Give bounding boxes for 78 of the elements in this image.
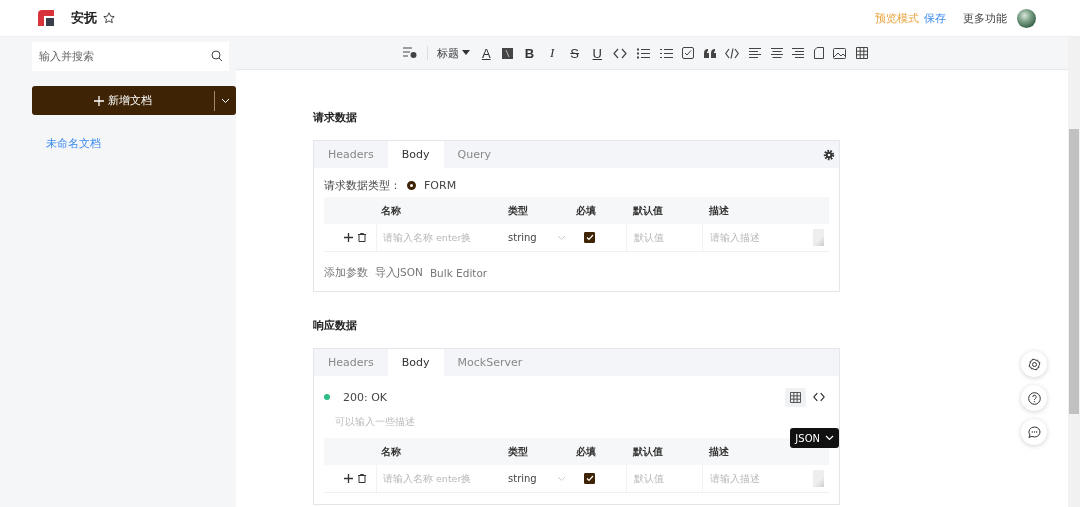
new-document-button[interactable]: 新增文档 [32,86,236,115]
type-select[interactable]: string [500,232,576,243]
column-header: 默认值 [632,203,664,218]
action-link[interactable]: 导入JSON [375,266,423,280]
add-icon[interactable] [344,474,353,483]
checkbox-icon[interactable] [682,47,695,59]
align-icon[interactable] [770,47,783,59]
column-header: 必填 [576,203,597,218]
chat-button[interactable] [1021,419,1047,445]
column-header: 类型 [507,444,529,459]
settings-icon[interactable] [823,148,835,161]
resize-handle[interactable] [812,470,824,487]
caret-icon[interactable] [221,97,230,104]
list-icon[interactable] [659,47,673,59]
type-select[interactable]: string [500,473,576,484]
column-header: 默认值 [632,444,664,459]
more-features-link[interactable]: 更多功能 [963,10,1007,26]
column-header: 名称 [380,203,402,218]
search-icon[interactable] [211,50,223,62]
settings-icon [1027,357,1041,371]
page-icon[interactable] [813,47,824,59]
quote-icon[interactable] [703,48,716,58]
plus-icon [94,95,104,106]
align-icon[interactable] [748,47,761,59]
save-link[interactable]: 保存 [924,10,946,26]
add-icon[interactable] [344,233,353,242]
column-header: 类型 [507,203,529,218]
radio-button[interactable] [407,181,416,190]
strike-button[interactable]: S [568,45,582,61]
column-header: 名称 [380,444,402,459]
body-type-label: 请求数据类型： [324,178,401,193]
code-icon[interactable] [613,47,628,59]
tab[interactable]: Body [387,349,444,376]
radio-label: FORM [424,179,457,192]
chevron-icon [557,234,566,241]
star-icon[interactable] [103,12,115,24]
column-header: 描述 [708,203,730,218]
section-title: 响应数据 [313,318,358,333]
settings-button[interactable] [1021,351,1047,377]
trash-icon[interactable] [358,233,366,242]
caret-icon [462,50,471,56]
chevron-icon [825,435,834,441]
align-icon[interactable] [792,47,805,59]
code-icon [812,392,825,402]
help-icon [1027,391,1041,405]
code-block-icon[interactable] [725,47,740,59]
action-link[interactable]: Bulk Editor [429,266,488,280]
heading-dropdown[interactable]: 标题 [437,45,471,61]
action-link[interactable]: 添加参数 [324,266,368,280]
column-header: 描述 [708,444,730,459]
grid-icon [790,391,801,403]
column-header: 必填 [576,444,597,459]
resize-handle[interactable] [812,229,824,246]
table-icon[interactable] [855,47,868,59]
font-color-button[interactable]: A [479,45,493,61]
list-icon[interactable] [636,47,650,59]
logo-icon [38,10,54,26]
status-label: 200: OK [343,390,388,404]
chat-icon [1027,425,1041,439]
format-clear-icon[interactable] [403,47,417,59]
format-dropdown[interactable]: JSON [790,428,839,448]
image-icon[interactable] [833,47,847,59]
italic-button[interactable]: I [545,45,559,61]
scrollbar-thumb[interactable] [1069,129,1079,414]
bold-button[interactable]: B [522,45,536,61]
chevron-icon [557,475,566,482]
underline-button[interactable]: U [590,45,604,61]
required-checkbox[interactable] [584,473,595,484]
help-button[interactable] [1021,385,1047,411]
required-checkbox[interactable] [584,232,595,243]
search-field[interactable]: 输入并搜索 [32,42,229,71]
avatar[interactable] [1017,8,1036,28]
tab[interactable]: Body [387,141,444,168]
document-title: 安抚 [71,9,97,27]
highlight-icon[interactable] [502,47,514,59]
table-view-button[interactable] [785,387,806,407]
trash-icon[interactable] [358,474,366,483]
section-title: 请求数据 [313,110,358,125]
